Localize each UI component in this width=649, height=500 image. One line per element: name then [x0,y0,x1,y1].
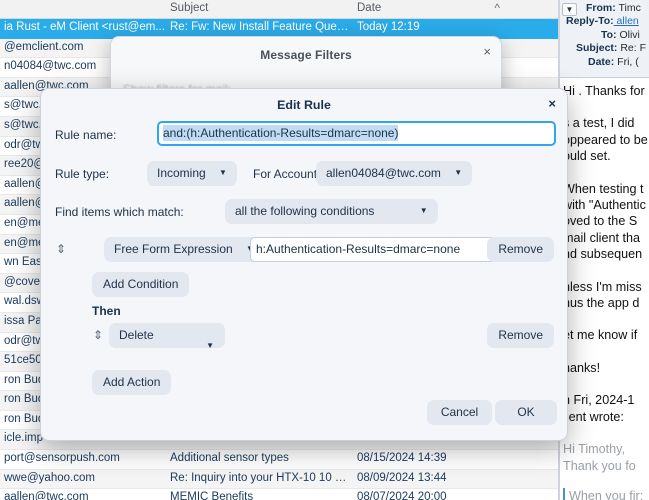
cell-date: 08/09/2024 13:44 [357,471,447,484]
for-account-label: For Account: [253,167,321,181]
message-header-date: Date: Fri, ( [560,56,649,69]
find-items-dropdown[interactable]: all the following conditions ▼ [225,199,438,224]
rule-name-input[interactable]: and:(h:Authentication-Results=dmarc=none… [157,121,556,146]
close-icon[interactable]: × [483,45,491,58]
add-action-button[interactable]: Add Action [92,370,172,395]
header-label: Date: [588,55,615,68]
remove-condition-button[interactable]: Remove [487,237,554,262]
add-condition-button[interactable]: Add Condition [92,272,190,297]
quoted-line: Hi Timothy, [563,442,626,457]
header-value[interactable]: allen [614,15,639,27]
blockquote-line: When you fir: [569,488,644,500]
message-header-block: ▼ From: Timc Reply-To: allen To: Olivi Subj… [560,0,649,78]
condition-row: ⇕ Free Form Expression ▼ h:Authenticatio… [41,237,567,263]
table-row[interactable]: aallen@twc.com MEMIC Benefits 08/07/2024 2… [0,489,560,500]
cell-date: 08/15/2024 14:39 [357,452,447,465]
chevron-up-icon[interactable]: ^ [494,1,500,15]
cancel-button[interactable]: Cancel [427,400,492,425]
cell-date: 08/07/2024 20:00 [357,491,447,500]
rule-type-dropdown[interactable]: Incoming ▼ [147,161,237,186]
rule-name-value: and:(h:Authentication-Results=dmarc=none… [163,125,399,141]
close-icon[interactable]: × [548,97,556,110]
header-label: To: [601,28,617,41]
for-account-dropdown[interactable]: allen04084@twc.com ▼ [316,161,473,186]
cell-subject: Additional sensor types [170,452,289,465]
message-body: Hi . Thanks for s a test, I did oppeared t… [560,78,649,500]
cell-subject: Re: Fw: New Install Feature Ques... [170,21,352,33]
body-paragraph: n Fri, 2024-1 lient wrote: [563,393,635,424]
ok-button[interactable]: OK [495,400,557,425]
chevron-down-icon: ▼ [454,168,463,177]
find-items-value: all the following conditions [235,204,375,218]
header-value: Timc [615,2,641,14]
body-paragraph: Hi . Thanks for [563,84,645,98]
message-header-reply-to: Reply-To: allen [560,15,649,28]
chevron-down-icon: ▼ [219,168,227,177]
message-preview-pane: ▼ From: Timc Reply-To: allen To: Olivi Subj… [560,0,649,500]
cell-from: port@sensorpush.com [4,452,120,465]
rule-type-label: Rule type: [55,167,110,181]
header-value: Fri, ( [614,55,639,68]
message-filters-title: Message Filters [260,48,352,62]
body-paragraph: When testing t with "Authentic oved to the… [563,181,646,262]
message-blockquote: When you fir:starts a 30-dfeatures of th [563,487,646,500]
condition-value-text: h:Authentication-Results=dmarc=none [256,242,461,256]
for-account-value: allen04084@twc.com [326,166,441,180]
table-row[interactable]: port@sensorpush.com Additional sensor typ… [0,450,560,470]
quoted-line: Thank you fo [563,458,636,473]
header-label: From: [586,2,616,14]
chevron-down-icon[interactable]: ▼ [562,3,577,16]
mail-list-header: Subject Date ^ [0,0,560,19]
rule-name-row: Rule name: and:(h:Authentication-Results… [41,121,567,147]
action-row: ⇕ Delete ▼ Remove [41,323,567,350]
app-root: Subject Date ^ ia Rust - eM Client <rust… [0,0,649,500]
drag-handle-icon[interactable]: ⇕ [93,328,103,342]
column-header-date[interactable]: Date [357,2,381,14]
condition-type-dropdown[interactable]: Free Form Expression ▼ [104,237,264,262]
cell-subject: MEMIC Benefits [170,491,254,500]
body-paragraph: nless I'm miss hus the app d [563,279,642,311]
chevron-down-icon: ▼ [419,206,428,215]
condition-type-value: Free Form Expression [114,242,233,256]
action-type-dropdown[interactable]: Delete ▼ [109,323,225,350]
header-label: Subject: [576,42,618,55]
drag-handle-icon[interactable]: ⇕ [56,242,66,256]
cell-from: ia Rust - eM Client <rust@em... [4,21,165,33]
body-paragraph: hanks! [563,360,601,375]
header-value: Olivi [616,28,640,41]
body-paragraph: s a test, I did oppeared to be ould set. [563,116,648,164]
cell-from: wwe@yahoo.com [4,471,95,484]
body-paragraph: et me know if [563,328,638,343]
edit-rule-dialog: Edit Rule × Rule name: and:(h:Authentica… [40,88,568,441]
find-items-row: Find items which match: all the followin… [41,199,567,225]
chevron-down-icon: ▼ [206,341,214,350]
cell-from: aallen@twc.com [4,491,89,500]
action-type-value: Delete [119,328,154,342]
header-value: Re: F [617,42,647,55]
table-row[interactable]: wwe@yahoo.com Re: Inquiry into your HTX-1… [0,469,560,490]
edit-rule-title: Edit Rule [277,98,331,112]
then-label: Then [92,304,121,318]
message-header-to: To: Olivi [560,29,649,42]
remove-action-button[interactable]: Remove [487,323,554,348]
column-header-subject[interactable]: Subject [170,2,208,14]
cell-date: Today 12:19 [357,21,420,33]
cell-subject: Re: Inquiry into your HTX-10 10 M... [170,471,352,484]
rule-type-row: Rule type: Incoming ▼ For Account: allen… [41,161,567,187]
rule-name-label: Rule name: [55,128,117,142]
header-label: Reply-To: [566,15,614,28]
rule-type-value: Incoming [157,166,206,180]
message-header-subject: Subject: Re: F [560,42,649,55]
find-items-label: Find items which match: [55,205,184,219]
